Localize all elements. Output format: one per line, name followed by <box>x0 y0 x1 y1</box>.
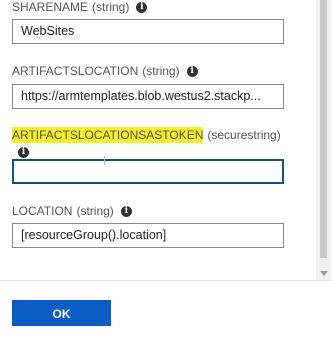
scrollbar-thumb[interactable] <box>320 0 327 258</box>
ok-button[interactable]: OK <box>12 300 111 326</box>
info-icon[interactable]: i <box>120 205 132 217</box>
location-label: LOCATION (string) i <box>12 204 132 218</box>
info-icon[interactable]: i <box>186 65 198 77</box>
scroll-down-arrow-icon[interactable] <box>320 271 328 276</box>
artifactslocationsastoken-input[interactable] <box>12 159 284 184</box>
artifactslocationsastoken-name: ARTIFACTSLOCATIONSASTOKEN <box>12 127 204 143</box>
artifactslocationsastoken-label: ARTIFACTSLOCATIONSASTOKEN (securestring) <box>12 127 281 143</box>
sharename-input[interactable]: WebSites <box>12 19 284 44</box>
vertical-scrollbar[interactable] <box>316 0 331 280</box>
artifactslocation-input[interactable]: https://armtemplates.blob.westus2.stackp… <box>12 84 284 109</box>
parameters-scroll-area[interactable]: SHARENAME (string) i WebSites ARTIFACTSL… <box>0 0 316 280</box>
artifactslocation-label: ARTIFACTSLOCATION (string) i <box>12 64 198 78</box>
location-input[interactable]: [resourceGroup().location] <box>12 223 284 248</box>
info-icon[interactable]: i <box>18 147 29 158</box>
text-cursor <box>104 156 105 165</box>
parameters-panel: SHARENAME (string) i WebSites ARTIFACTSL… <box>0 0 332 340</box>
artifactslocationsastoken-type: (securestring) <box>207 128 281 142</box>
sharename-type: (string) <box>92 0 130 14</box>
artifactslocation-type: (string) <box>142 64 180 78</box>
info-icon[interactable]: i <box>136 1 148 13</box>
artifactslocationsastoken-info-row: i <box>12 147 29 158</box>
artifactslocation-name: ARTIFACTSLOCATION <box>12 64 139 78</box>
footer-divider <box>0 280 332 281</box>
location-name: LOCATION <box>12 204 73 218</box>
location-type: (string) <box>76 204 114 218</box>
sharename-label: SHARENAME (string) i <box>12 0 148 14</box>
sharename-name: SHARENAME <box>12 0 89 14</box>
